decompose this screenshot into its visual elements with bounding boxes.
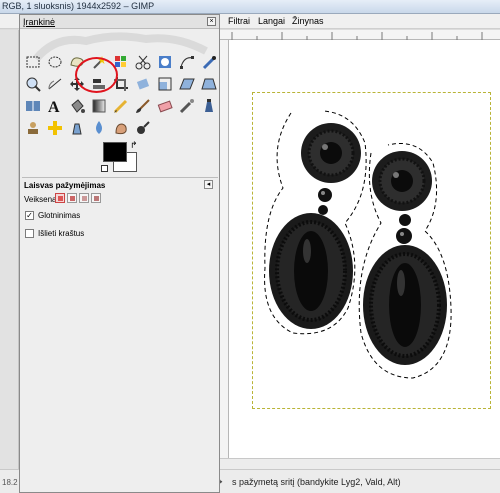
smudge-icon[interactable] (112, 119, 130, 137)
toolbox-header: Įrankinė × (20, 15, 219, 29)
earrings-image (264, 110, 452, 379)
horizontal-ruler[interactable] (220, 30, 500, 40)
left-dock-strip (0, 30, 19, 469)
mode-subtract-button[interactable] (79, 193, 89, 203)
rotate-icon[interactable] (134, 75, 152, 93)
ink-icon[interactable] (200, 97, 218, 115)
toolbox-title: Įrankinė (23, 17, 56, 27)
feather-checkbox[interactable] (25, 229, 34, 238)
bucket-fill-icon[interactable] (68, 97, 86, 115)
window-title: RGB, 1 sluoksnis) 1944x2592 – GIMP (2, 1, 155, 11)
clone-icon[interactable] (24, 119, 42, 137)
menu-filters[interactable]: Filtrai (228, 16, 250, 26)
flip-icon[interactable] (24, 97, 42, 115)
swap-colors-icon[interactable]: ↱ (130, 140, 138, 151)
pencil-icon[interactable] (112, 97, 130, 115)
perspective-clone-icon[interactable] (68, 119, 86, 137)
tool-options-title: Laisvas pažymėjimas (24, 181, 106, 190)
ruler-ticks (231, 32, 483, 40)
main-titlebar: RGB, 1 sluoksnis) 1944x2592 – GIMP (0, 0, 500, 14)
heal-icon[interactable] (46, 119, 64, 137)
status-message: s pažymetą sritį (bandykite Lyg2, Vald, … (232, 477, 401, 487)
perspective-icon[interactable] (200, 75, 218, 93)
scissors-icon[interactable] (134, 53, 152, 71)
horizontal-scrollbar[interactable] (220, 458, 500, 469)
blend-icon[interactable] (90, 97, 108, 115)
menu-windows[interactable]: Langai (258, 16, 285, 26)
zoom-icon[interactable] (24, 75, 42, 93)
airbrush-icon[interactable] (178, 97, 196, 115)
blur-icon[interactable] (90, 119, 108, 137)
feather-label: Išlieti kraštus (38, 229, 85, 238)
mode-replace-button[interactable] (55, 193, 65, 203)
smoothing-label: Glotninimas (38, 211, 81, 220)
eraser-icon[interactable] (156, 97, 174, 115)
options-menu-icon[interactable]: ◂ (204, 180, 213, 189)
options-divider (22, 177, 218, 178)
image-page[interactable] (252, 92, 491, 409)
left-earring (264, 110, 367, 335)
mode-label: Veiksena: (24, 195, 59, 204)
rect-select-icon[interactable] (24, 53, 42, 71)
foreground-color-swatch[interactable] (103, 142, 127, 162)
mode-add-button[interactable] (67, 193, 77, 203)
close-icon[interactable]: × (207, 17, 216, 26)
zoom-readout[interactable]: 18.2 (2, 478, 18, 487)
right-earring (358, 143, 452, 379)
svg-text:A: A (48, 99, 60, 115)
mode-intersect-button[interactable] (91, 193, 101, 203)
menu-help[interactable]: Žinynas (292, 16, 324, 26)
foreground-select-icon[interactable] (156, 53, 174, 71)
paintbrush-icon[interactable] (134, 97, 152, 115)
paths-icon[interactable] (178, 53, 196, 71)
smoothing-checkbox[interactable]: ✓ (25, 211, 34, 220)
shear-icon[interactable] (178, 75, 196, 93)
dodge-burn-icon[interactable] (134, 119, 152, 137)
vertical-ruler[interactable] (220, 40, 229, 458)
measure-icon[interactable] (46, 75, 64, 93)
highlight-circle (75, 57, 118, 93)
text-icon[interactable]: A (46, 97, 64, 115)
color-picker-icon[interactable] (200, 53, 218, 71)
toolbox-window: Įrankinė × A ↱ Laisvas pažymėjimas ◂ Vei… (19, 14, 220, 493)
scale-icon[interactable] (156, 75, 174, 93)
ellipse-select-icon[interactable] (46, 53, 64, 71)
reset-colors-icon[interactable] (101, 165, 108, 172)
